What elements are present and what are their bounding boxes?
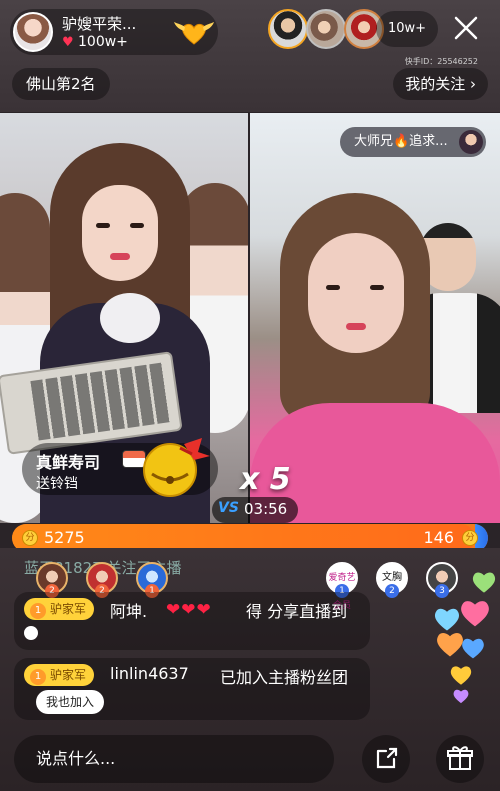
lips <box>110 253 130 260</box>
coin-icon: 分 <box>462 530 478 546</box>
rank-avatar[interactable]: 爱奇艺会员 1 <box>326 562 358 611</box>
fan-badge-label: 驴家军 <box>50 602 87 616</box>
host-info[interactable]: 驴嫂平荣... ♥ 100w+ <box>10 9 218 55</box>
timer: 03:56 <box>244 500 288 518</box>
chat-tag[interactable]: 大师兄🔥追求... <box>340 127 486 157</box>
gift-button[interactable] <box>436 735 484 783</box>
host-likes: 100w+ <box>78 34 128 50</box>
gifter-avatar[interactable]: 2 <box>86 562 118 598</box>
comment-user[interactable]: 阿坤. <box>110 598 147 622</box>
comment-item[interactable]: 1 驴家军 阿坤. 得 分享直播到 ❤❤❤ <box>14 592 370 650</box>
gift-icon <box>447 746 473 770</box>
penguin-icon <box>24 626 38 640</box>
eye <box>370 285 384 290</box>
rank-label[interactable]: 佛山第2名 <box>12 68 110 100</box>
uid-label: 快手ID：25546252 <box>404 57 478 66</box>
chat-tag-text: 大师兄🔥追求... <box>354 134 448 149</box>
comment-input[interactable]: 说点什么... <box>14 735 334 783</box>
fan-badge-label: 驴家军 <box>50 668 87 682</box>
rank-badge: 2 <box>385 584 399 598</box>
chat-tag-avatar <box>458 130 483 154</box>
comment-user[interactable]: linlin4637 <box>110 664 189 683</box>
eye <box>96 223 110 228</box>
fan-badge: 1 驴家军 <box>24 598 95 620</box>
rank-avatar[interactable]: 3 <box>426 562 458 598</box>
fan-badge: 1 驴家军 <box>24 664 95 686</box>
score-right: 146 <box>423 528 454 547</box>
bell-icon <box>143 438 210 497</box>
chevron-right-icon: › <box>470 75 476 93</box>
gift-name: 真鲜寿司 <box>36 453 101 472</box>
close-icon[interactable] <box>452 14 480 42</box>
hearts-icon: ❤❤❤ <box>166 600 212 620</box>
gifter-avatar[interactable]: 2 <box>36 562 68 598</box>
fan-level: 1 <box>30 669 46 685</box>
coin-icon: 分 <box>22 530 38 546</box>
viewer-count[interactable]: 10w+ <box>376 11 438 47</box>
rank-avatar-label: 文胸 <box>382 572 402 583</box>
floating-heart-icon <box>450 666 472 685</box>
host-name: 驴嫂平荣... <box>62 15 137 33</box>
eye <box>326 285 340 290</box>
host-figure-face <box>82 185 158 281</box>
floating-heart-icon <box>462 638 484 659</box>
viewer-avatar[interactable] <box>306 9 346 49</box>
top-viewers[interactable] <box>268 9 384 49</box>
join-fan-club-button[interactable]: 我也加入 <box>36 690 105 714</box>
host-avatar[interactable] <box>13 12 53 52</box>
lips <box>346 323 366 330</box>
share-icon <box>376 747 398 769</box>
rank-avatar[interactable]: 文胸 2 <box>376 562 408 598</box>
fan-level: 1 <box>30 603 46 619</box>
pk-timer: VS 03:56 <box>212 497 298 523</box>
floating-heart-icon <box>453 689 469 704</box>
gifter-avatar[interactable]: 1 <box>136 562 168 598</box>
share-button[interactable] <box>362 735 410 783</box>
floating-heart-icon <box>461 601 489 627</box>
gift-subtext: 送铃铛 <box>36 476 78 492</box>
eye <box>130 223 144 228</box>
floating-heart-icon <box>472 572 496 593</box>
score-left: 5275 <box>44 528 85 547</box>
my-follow-label: 我的关注 <box>405 75 466 93</box>
combo-count: x 5 <box>240 462 291 497</box>
host-figure-collar <box>100 293 160 343</box>
opponent-figure-face <box>308 233 404 353</box>
my-follow-button[interactable]: 我的关注 › <box>393 68 488 100</box>
vs-icon: VS <box>218 500 239 516</box>
comment-text: 得 分享直播到 <box>246 602 348 621</box>
rank-badge: 3 <box>435 584 449 598</box>
comment-text: 已加入主播粉丝团 <box>220 668 349 687</box>
calculator-keys <box>30 362 172 441</box>
comment-item[interactable]: 1 驴家军 linlin4637 已加入主播粉丝团 我也加入 <box>14 658 370 720</box>
winged-heart-icon[interactable] <box>172 19 216 47</box>
viewer-avatar[interactable] <box>268 9 308 49</box>
heart-icon: ♥ <box>62 35 74 50</box>
